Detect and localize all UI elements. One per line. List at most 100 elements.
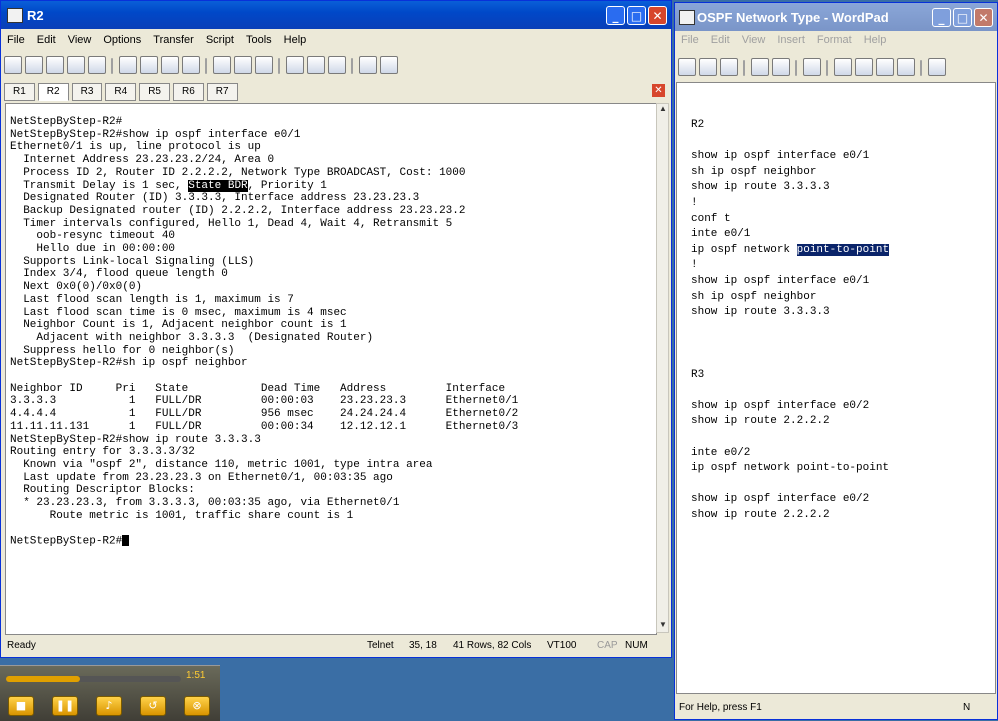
document-line: ! <box>691 197 698 209</box>
status-emulation: VT100 <box>547 640 577 651</box>
wordpad-menu-insert[interactable]: Insert <box>771 31 811 49</box>
tab-r7[interactable]: R7 <box>206 83 238 101</box>
terminal-menu-tools[interactable]: Tools <box>240 31 278 49</box>
global-options-icon[interactable] <box>307 56 325 74</box>
terminal-menu-file[interactable]: File <box>1 31 31 49</box>
terminal-menu-edit[interactable]: Edit <box>31 31 62 49</box>
terminal-menu-options[interactable]: Options <box>97 31 147 49</box>
new-document-icon[interactable] <box>678 58 696 76</box>
help-icon[interactable] <box>359 56 377 74</box>
playback-progress-bar[interactable] <box>6 676 181 682</box>
terminal-title: R2 <box>27 8 44 23</box>
volume-icon[interactable]: ♪ <box>96 696 122 716</box>
close-tab-icon[interactable]: ✕ <box>652 84 665 97</box>
wordpad-menu-bar: File Edit View Insert Format Help <box>675 31 997 51</box>
terminal-title-bar[interactable]: R2 _ □ ✕ <box>1 1 671 29</box>
terminal-menu-bar: File Edit View Options Transfer Script Tools He… <box>1 31 671 51</box>
copy-icon[interactable] <box>855 58 873 76</box>
terminal-menu-view[interactable]: View <box>62 31 98 49</box>
terminal-menu-transfer[interactable]: Transfer <box>147 31 200 49</box>
terminal-line: Designated Router (ID) 3.3.3.3, Interfac… <box>10 192 420 205</box>
document-line: show ip route 3.3.3.3 <box>691 181 830 194</box>
terminal-line: Routing entry for 3.3.3.3/32 <box>10 446 195 459</box>
wordpad-menu-format[interactable]: Format <box>811 31 858 49</box>
save-icon[interactable] <box>720 58 738 76</box>
tab-r5[interactable]: R5 <box>139 83 170 101</box>
highlighted-text: State BDR <box>188 179 248 192</box>
terminal-menu-script[interactable]: Script <box>200 31 240 49</box>
tab-r3[interactable]: R3 <box>71 83 103 101</box>
session-tabs: R1 R2 R3 R4 R5 R6 R7 <box>1 81 671 101</box>
close-button[interactable]: ✕ <box>974 8 993 27</box>
print-icon[interactable] <box>751 58 769 76</box>
terminal-line: Route metric is 1001, traffic share coun… <box>10 509 354 522</box>
find-icon[interactable] <box>803 58 821 76</box>
find-icon[interactable] <box>182 56 200 74</box>
rewind-icon[interactable]: ↺ <box>140 696 166 716</box>
keymap-icon[interactable] <box>328 56 346 74</box>
open-icon[interactable] <box>699 58 717 76</box>
maximize-button[interactable]: □ <box>627 6 646 25</box>
toolbar-divider <box>111 58 113 74</box>
document-line: R3 <box>691 368 705 381</box>
cut-icon[interactable] <box>834 58 852 76</box>
scroll-up-icon[interactable]: ▲ <box>658 104 668 116</box>
disconnect-icon[interactable] <box>88 56 106 74</box>
tab-r4[interactable]: R4 <box>105 83 137 101</box>
session-options-icon[interactable] <box>286 56 304 74</box>
terminal-line: Neighbor Count is 1, Adjacent neighbor c… <box>10 319 347 332</box>
keyboard-icon[interactable] <box>380 56 398 74</box>
paste-icon[interactable] <box>876 58 894 76</box>
connect-icon[interactable] <box>4 56 22 74</box>
wordpad-menu-edit[interactable]: Edit <box>705 31 736 49</box>
terminal-line: Suppress hello for 0 neighbor(s) <box>10 344 235 357</box>
wordpad-title-bar[interactable]: OSPF Network Type - WordPad _ □ ✕ <box>675 3 997 31</box>
document-line: show ip route 2.2.2.2 <box>691 509 830 521</box>
wordpad-menu-view[interactable]: View <box>736 31 772 49</box>
terminal-line: NetStepByStep-R2#show ip ospf interface … <box>10 128 301 141</box>
undo-icon[interactable] <box>897 58 915 76</box>
tab-r6[interactable]: R6 <box>172 83 204 101</box>
document-line: ip ospf network point-to-point <box>691 462 890 475</box>
document-line: inte e0/2 <box>691 446 751 459</box>
maximize-button[interactable]: □ <box>953 8 972 27</box>
paste-icon[interactable] <box>140 56 158 74</box>
document-line: ip ospf network point-to-point <box>691 243 890 256</box>
playback-progress-fill <box>6 676 80 682</box>
print-setup-icon[interactable] <box>255 56 273 74</box>
pause-icon[interactable]: ❚❚ <box>52 696 78 716</box>
terminal-line: Next 0x0(0)/0x0(0) <box>10 281 143 294</box>
minimize-button[interactable]: _ <box>606 6 625 25</box>
tab-r2[interactable]: R2 <box>37 83 69 101</box>
status-num: NUM <box>625 640 648 651</box>
connect-tab-icon[interactable] <box>46 56 64 74</box>
wordpad-document[interactable]: R2 show ip ospf interface e0/1 sh ip ospf … <box>676 82 996 694</box>
print-icon[interactable] <box>213 56 231 74</box>
status-size: 41 Rows, 82 Cols <box>453 640 532 651</box>
terminal-line: Routing Descriptor Blocks: <box>10 484 195 497</box>
terminal-menu-help[interactable]: Help <box>278 31 313 49</box>
minimize-button[interactable]: _ <box>932 8 951 27</box>
terminal-line: 4.4.4.4 1 FULL/DR 956 msec 24.24.24.4 Et… <box>10 408 519 421</box>
quick-connect-icon[interactable] <box>25 56 43 74</box>
wordpad-menu-help[interactable]: Help <box>858 31 893 49</box>
terminal-scrollbar[interactable]: ▲ ▼ <box>656 103 669 633</box>
print-selection-icon[interactable] <box>234 56 252 74</box>
tab-r1[interactable]: R1 <box>4 83 35 101</box>
wordpad-menu-file[interactable]: File <box>675 31 705 49</box>
scroll-down-icon[interactable]: ▼ <box>658 620 668 632</box>
close-player-icon[interactable]: ⊗ <box>184 696 210 716</box>
terminal-line: Supports Link-local Signaling (LLS) <box>10 255 255 268</box>
stop-icon[interactable]: ■ <box>8 696 34 716</box>
wordpad-toolbar <box>675 55 997 81</box>
copy-icon[interactable] <box>119 56 137 74</box>
print-preview-icon[interactable] <box>772 58 790 76</box>
terminal-output[interactable]: NetStepByStep-R2# NetStepByStep-R2#show i… <box>5 103 657 635</box>
close-button[interactable]: ✕ <box>648 6 667 25</box>
date-time-icon[interactable] <box>928 58 946 76</box>
toolbar-divider <box>743 60 745 76</box>
copy-paste-icon[interactable] <box>161 56 179 74</box>
reconnect-icon[interactable] <box>67 56 85 74</box>
